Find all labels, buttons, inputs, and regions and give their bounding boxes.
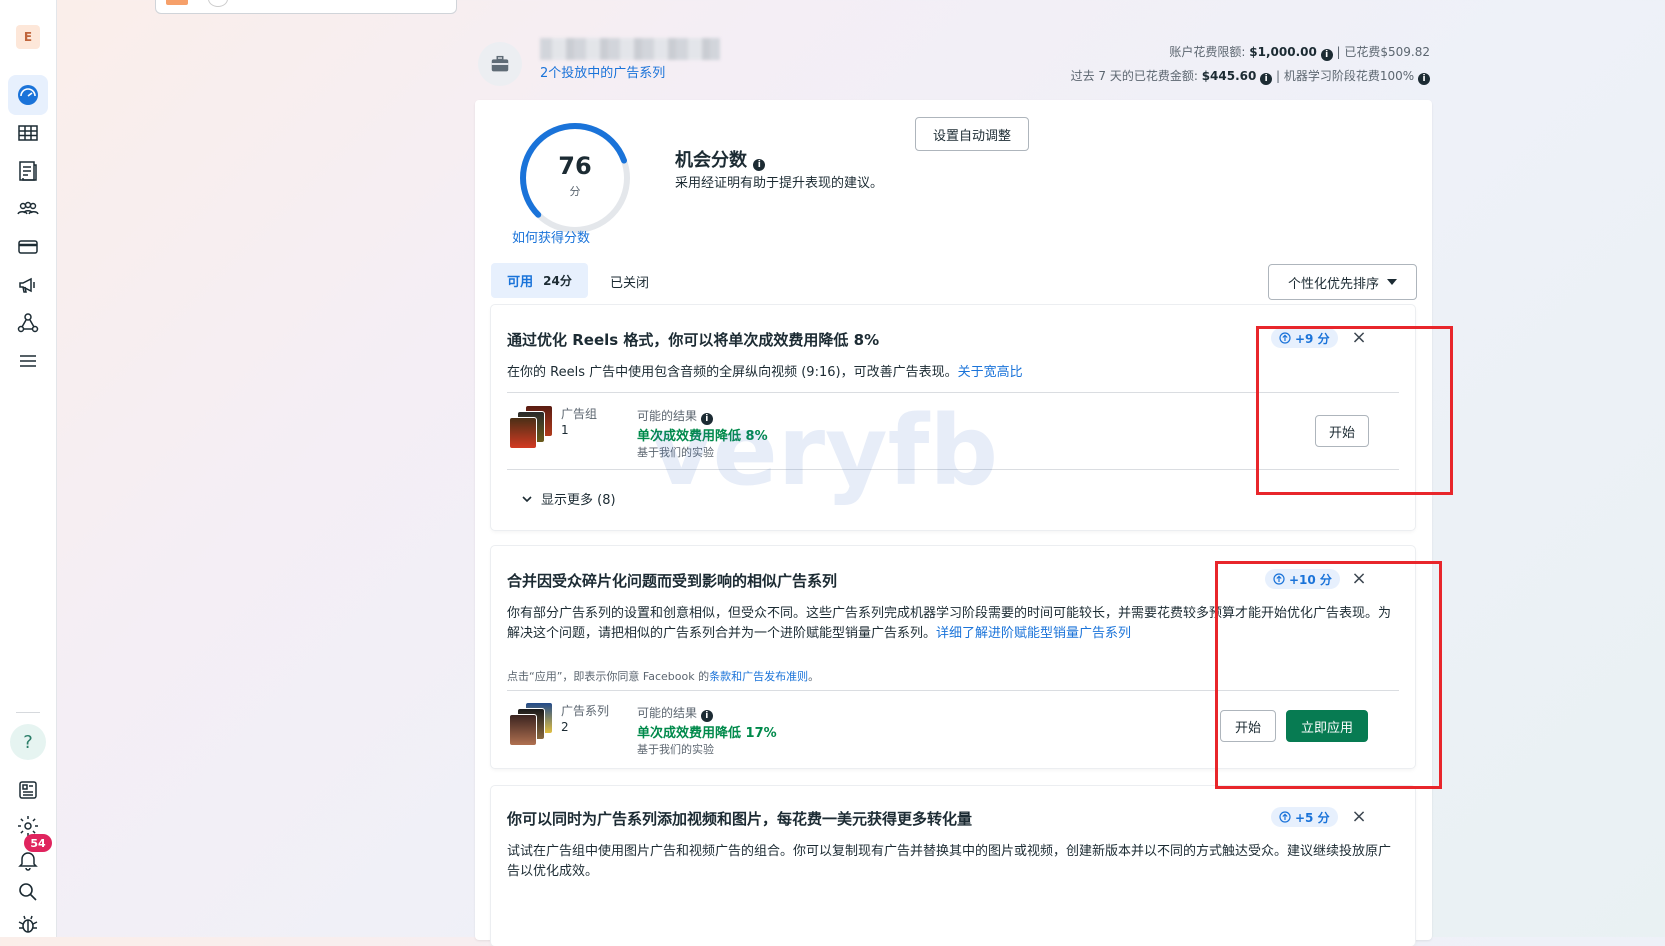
info-icon[interactable]: i bbox=[700, 710, 713, 722]
chevron-down-icon bbox=[522, 495, 532, 502]
last7-label: 过去 7 天的已花费金额: bbox=[1070, 69, 1202, 83]
score-value: 76 bbox=[558, 152, 592, 180]
terms-prefix: 点击“应用”，即表示你同意 Facebook 的 bbox=[507, 670, 710, 683]
result-note: 基于我们的实验 bbox=[637, 743, 714, 756]
top-search-bar[interactable] bbox=[155, 0, 457, 14]
catalog-icon[interactable] bbox=[8, 151, 48, 191]
megaphone-icon[interactable] bbox=[8, 265, 48, 305]
dashboard-icon[interactable] bbox=[8, 75, 48, 115]
ad-thumbnails bbox=[507, 405, 555, 453]
learning-label: | 机器学习阶段花费100% bbox=[1276, 69, 1415, 83]
card-title: 你可以同时为广告系列添加视频和图片，每花费一美元获得更多转化量 bbox=[507, 810, 973, 828]
tab-available[interactable]: 可用 24分 bbox=[491, 263, 588, 298]
card-title: 合并因受众碎片化问题而受到影响的相似广告系列 bbox=[507, 572, 838, 590]
last7-row: 过去 7 天的已花费金额: $445.60 i | 机器学习阶段花费100% i bbox=[1071, 64, 1430, 88]
account-name-redacted bbox=[540, 38, 720, 60]
arrow-up-icon bbox=[1279, 811, 1291, 823]
annotation-box bbox=[1256, 326, 1453, 495]
score-unit: 分 bbox=[569, 185, 581, 198]
briefcase-icon bbox=[478, 42, 522, 86]
tab-available-label: 可用 bbox=[507, 275, 534, 290]
spend-limit-value: $1,000.00 bbox=[1249, 45, 1317, 59]
app-logo bbox=[166, 0, 188, 5]
info-icon[interactable]: i bbox=[753, 159, 766, 171]
page-subtitle: 采用经证明有助于提升表现的建议。 bbox=[675, 176, 884, 191]
terms-link[interactable]: 条款和广告发布准则 bbox=[709, 670, 808, 683]
points-text: +5 分 bbox=[1295, 810, 1330, 825]
ad-set-count: 1 bbox=[561, 423, 569, 437]
points-badge: +5 分 bbox=[1271, 807, 1338, 827]
info-icon[interactable]: i bbox=[1418, 73, 1430, 85]
show-more-label: 显示更多 (8) bbox=[541, 493, 616, 508]
result-label-text: 可能的结果 bbox=[637, 706, 698, 720]
spend-stats: 账户花费限额: $1,000.00 i | 已花费$509.82 过去 7 天的… bbox=[1071, 40, 1430, 88]
opportunity-panel: 76 分 如何获得分数 机会分数 i 采用经证明有助于提升表现的建议。 设置自动… bbox=[475, 100, 1432, 946]
spend-limit-row: 账户花费限额: $1,000.00 i | 已花费$509.82 bbox=[1071, 40, 1430, 64]
show-more-toggle[interactable]: 显示更多 (8) bbox=[521, 489, 616, 508]
how-score-link[interactable]: 如何获得分数 bbox=[512, 227, 590, 246]
ad-thumbnail bbox=[509, 714, 537, 746]
table-icon[interactable] bbox=[8, 113, 48, 153]
campaign-count: 2 bbox=[561, 720, 569, 734]
sort-label: 个性化优先排序 bbox=[1287, 276, 1379, 292]
last7-value: $445.60 bbox=[1201, 69, 1257, 83]
profile-icon[interactable] bbox=[208, 0, 228, 7]
tab-available-count: 24分 bbox=[543, 274, 572, 288]
account-avatar[interactable]: E bbox=[16, 25, 40, 49]
nav-divider bbox=[16, 712, 40, 713]
result-value: 单次成效费用降低 17% bbox=[637, 726, 777, 741]
network-icon[interactable] bbox=[8, 303, 48, 343]
tab-closed[interactable]: 已关闭 bbox=[610, 272, 649, 291]
ad-thumbnail bbox=[509, 417, 537, 449]
info-icon[interactable]: i bbox=[1320, 49, 1333, 61]
spend-limit-label: 账户花费限额: bbox=[1169, 45, 1250, 59]
ad-thumbnails bbox=[507, 702, 555, 750]
sort-dropdown[interactable]: 个性化优先排序 bbox=[1268, 264, 1417, 300]
auto-adjust-button[interactable]: 设置自动调整 bbox=[915, 117, 1029, 151]
card-title: 通过优化 Reels 格式，你可以将单次成效费用降低 8% bbox=[507, 331, 880, 349]
result-label: 可能的结果 i bbox=[637, 704, 713, 722]
page-title-text: 机会分数 bbox=[675, 150, 747, 171]
news-icon[interactable] bbox=[8, 770, 48, 810]
billing-icon[interactable] bbox=[8, 227, 48, 267]
recommendation-card: 你可以同时为广告系列添加视频和图片，每花费一美元获得更多转化量 +5 分 × 试… bbox=[491, 786, 1415, 946]
audience-icon[interactable] bbox=[8, 189, 48, 229]
active-campaigns-link[interactable]: 2个投放中的广告系列 bbox=[540, 62, 665, 81]
bug-icon[interactable] bbox=[8, 904, 48, 944]
aspect-ratio-link[interactable]: 关于宽高比 bbox=[958, 365, 1023, 380]
annotation-box bbox=[1215, 561, 1442, 789]
close-icon[interactable]: × bbox=[1351, 808, 1367, 826]
info-icon[interactable]: i bbox=[1260, 73, 1273, 85]
page-title: 机会分数 i bbox=[675, 146, 766, 172]
spent-label: | 已花费$509.82 bbox=[1336, 45, 1430, 59]
learn-more-link[interactable]: 详细了解进阶赋能型销量广告系列 bbox=[936, 626, 1131, 641]
terms-notice: 点击“应用”，即表示你同意 Facebook 的条款和广告发布准则。 bbox=[507, 668, 819, 684]
watermark: veryfb bbox=[650, 395, 999, 507]
description-text: 在你的 Reels 广告中使用包含音频的全屏纵向视频 (9:16)，可改善广告表… bbox=[507, 365, 958, 380]
menu-icon[interactable] bbox=[8, 341, 48, 381]
help-icon[interactable]: ? bbox=[10, 724, 46, 760]
left-nav: E ? 54 bbox=[0, 0, 57, 937]
caret-down-icon bbox=[1387, 279, 1397, 285]
notification-count-badge: 54 bbox=[24, 834, 52, 852]
card-description: 试试在广告组中使用图片广告和视频广告的组合。你可以复制现有广告并替换其中的图片或… bbox=[507, 844, 1392, 879]
ad-set-label: 广告组 bbox=[561, 407, 598, 421]
terms-suffix: 。 bbox=[808, 670, 820, 683]
campaign-label: 广告系列 bbox=[561, 704, 610, 718]
